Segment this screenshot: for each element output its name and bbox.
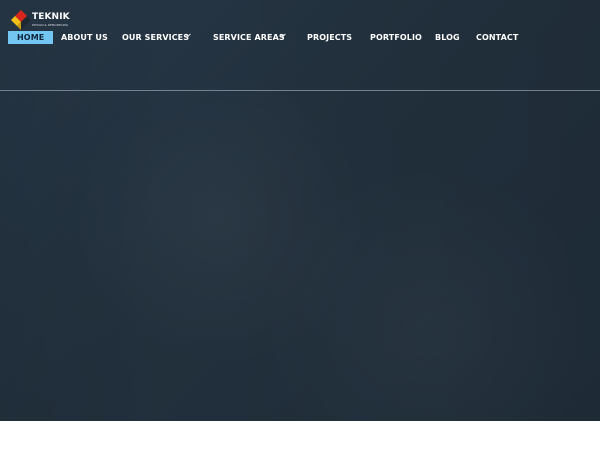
site-logo[interactable]: TEKNIK DESIGN & REMODELING (9, 8, 81, 32)
nav-service-areas-label: SERVICE AREAS (213, 33, 285, 42)
chevron-down-icon[interactable] (185, 33, 191, 38)
nav-our-services-link[interactable]: OUR SERVICES (122, 31, 189, 44)
nav-projects-link[interactable]: PROJECTS (307, 31, 352, 44)
nav-about-us-link[interactable]: ABOUT US (61, 31, 108, 44)
website-page: TEKNIK DESIGN & REMODELING HOME ABOUT US… (0, 0, 600, 450)
hero-background-overlay (0, 0, 600, 421)
logo-name: TEKNIK (32, 12, 70, 22)
nav-contact-link[interactable]: CONTACT (476, 31, 518, 44)
nav-service-areas-link[interactable]: SERVICE AREAS (213, 31, 285, 44)
chevron-down-icon[interactable] (280, 33, 286, 38)
nav-blog-link[interactable]: BLOG (435, 31, 460, 44)
logo-tagline: DESIGN & REMODELING (32, 23, 69, 27)
nav-our-services-label: OUR SERVICES (122, 33, 190, 42)
header-divider (0, 90, 600, 91)
page-content-area (0, 421, 600, 450)
teknik-diamond-logo-icon (11, 10, 31, 30)
nav-home-link[interactable]: HOME (8, 31, 54, 44)
nav-portfolio-link[interactable]: PORTFOLIO (370, 31, 422, 44)
